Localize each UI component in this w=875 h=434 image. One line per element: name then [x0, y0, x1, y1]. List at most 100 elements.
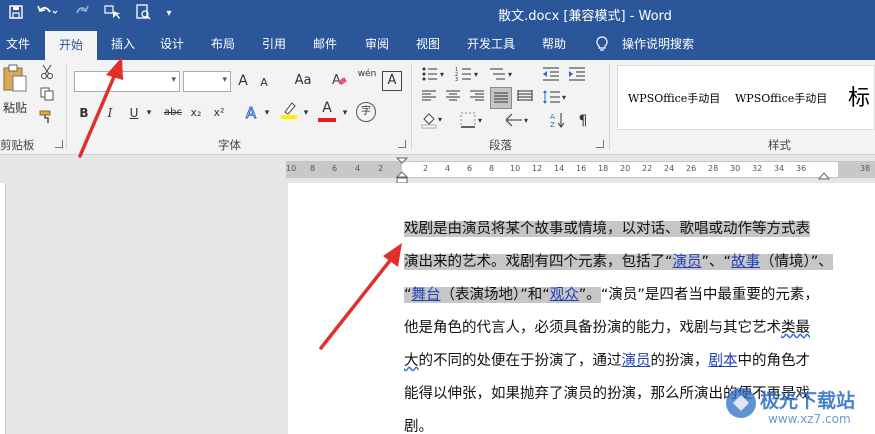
superscript-button[interactable]: x²	[210, 103, 228, 123]
text-run: “	[404, 287, 412, 303]
text-effects-dropdown-icon[interactable]: ▾	[262, 103, 272, 123]
highlight-dropdown-icon[interactable]: ▾	[301, 103, 311, 123]
tab-view[interactable]: 视图	[408, 28, 448, 60]
tab-help[interactable]: 帮助	[534, 28, 574, 60]
chinese-layout-icon[interactable]: ▾	[503, 111, 535, 131]
enclose-characters-button[interactable]: 字	[356, 102, 376, 122]
word-window: { "window": { "title": "散文.docx [兼容模式] -…	[0, 0, 875, 434]
font-launcher-icon[interactable]	[398, 140, 406, 148]
distributed-icon[interactable]	[516, 89, 534, 109]
svg-text:▾: ▾	[508, 70, 512, 79]
watermark-url: www.xz7.com	[768, 412, 851, 426]
ruler-tick: 2	[378, 164, 384, 173]
character-border-button[interactable]: A	[382, 71, 402, 91]
hyperlink-actor[interactable]: 演员	[673, 254, 702, 270]
font-size-select[interactable]: ▾	[183, 71, 231, 92]
tab-home[interactable]: 开始	[45, 31, 97, 60]
tab-file[interactable]: 文件	[0, 28, 36, 60]
paste-icon[interactable]	[0, 64, 30, 94]
multilevel-list-icon[interactable]: ▾	[488, 66, 518, 86]
svg-text:▾: ▾	[474, 70, 478, 79]
underline-button[interactable]: U	[126, 103, 142, 123]
change-case-button[interactable]: Aa	[286, 71, 320, 91]
indent-markers-icon[interactable]	[395, 157, 409, 185]
tab-insert[interactable]: 插入	[103, 28, 143, 60]
clipboard-group-label: 剪贴板	[0, 138, 35, 152]
tab-design[interactable]: 设计	[152, 28, 192, 60]
hyperlink-audience[interactable]: 观众	[550, 287, 579, 303]
tab-mailings[interactable]: 邮件	[305, 28, 345, 60]
sort-icon[interactable]: AZ	[548, 111, 568, 131]
tab-developer[interactable]: 开发工具	[459, 28, 523, 60]
shading-icon[interactable]: ▾	[420, 111, 448, 131]
strikethrough-button[interactable]: abc	[161, 103, 185, 123]
hyperlink-actor[interactable]: 演员	[622, 353, 651, 369]
font-name-select[interactable]: ▾	[74, 71, 180, 92]
hyperlink-script[interactable]: 剧本	[709, 353, 738, 369]
text-run: 剧。	[404, 419, 433, 434]
ribbon-home: 粘贴 剪贴板 ▾ ▾ A A Aa A wén A B I U ▾ abc x₂…	[0, 60, 875, 155]
customize-qat-icon[interactable]: ▾	[162, 4, 176, 24]
ruler-area: 10 8 6 4 2 2 4 6 8 10 12 14 16 18 20 22 …	[0, 155, 875, 185]
bold-button[interactable]: B	[76, 103, 92, 123]
ruler-tick: 2	[423, 164, 429, 173]
text-effects-button[interactable]: A	[242, 103, 260, 123]
right-indent-marker-icon[interactable]	[818, 170, 830, 180]
format-painter-icon[interactable]	[36, 110, 58, 130]
ruler-tick: 8	[310, 164, 316, 173]
justify-icon[interactable]	[490, 87, 512, 109]
lightbulb-icon[interactable]	[592, 28, 612, 60]
ruler-tick: 28	[708, 164, 719, 173]
borders-icon[interactable]: ▾	[458, 111, 488, 131]
tell-me-search[interactable]: 操作说明搜索	[616, 28, 700, 60]
print-preview-icon[interactable]	[132, 4, 154, 24]
ruler-tick: 16	[576, 164, 587, 173]
align-left-icon[interactable]	[420, 89, 438, 109]
line-spacing-icon[interactable]: ▾	[541, 89, 571, 109]
horizontal-ruler[interactable]: 10 8 6 4 2 2 4 6 8 10 12 14 16 18 20 22 …	[286, 161, 875, 178]
paragraph-launcher-icon[interactable]	[596, 140, 604, 148]
copy-icon[interactable]	[36, 87, 58, 107]
vertical-ruler[interactable]	[0, 183, 6, 434]
style-item[interactable]: WPSOffice手动目	[628, 90, 720, 106]
tab-references[interactable]: 引用	[254, 28, 294, 60]
increase-indent-icon[interactable]	[567, 66, 587, 86]
font-color-dropdown-icon[interactable]: ▾	[340, 103, 350, 123]
save-icon[interactable]	[6, 4, 26, 24]
italic-button[interactable]: I	[102, 103, 118, 123]
highlight-icon[interactable]	[279, 100, 299, 120]
tab-review[interactable]: 审阅	[357, 28, 397, 60]
phonetic-guide-button[interactable]: wén	[356, 69, 378, 89]
paste-label[interactable]: 粘贴	[0, 98, 30, 118]
text-run: （表演场地）”和“	[440, 287, 550, 303]
text-run: ”、“	[701, 254, 732, 270]
align-center-icon[interactable]	[444, 89, 462, 109]
selected-text[interactable]: 戏剧是由演员将某个故事或情境，以对话、歌唱或动作等方式表	[404, 221, 810, 237]
decrease-indent-icon[interactable]	[541, 66, 561, 86]
show-marks-icon[interactable]: ¶	[574, 111, 592, 131]
hyperlink-story[interactable]: 故事	[731, 254, 760, 270]
style-item[interactable]: 标	[848, 80, 870, 112]
undo-icon[interactable]	[34, 4, 60, 24]
subscript-button[interactable]: x₂	[187, 103, 205, 123]
touch-mode-icon[interactable]	[102, 4, 124, 24]
clear-formatting-icon[interactable]: A	[330, 71, 348, 91]
svg-text:3: 3	[455, 77, 458, 82]
shrink-font-icon[interactable]: A	[256, 73, 272, 93]
text-run: 他是角色的代言人，必须具备扮演的能力，戏剧与其它艺术	[404, 320, 781, 336]
hyperlink-stage[interactable]: 舞台	[412, 287, 441, 303]
tab-layout[interactable]: 布局	[203, 28, 243, 60]
numbering-icon[interactable]: 1 2 3 ▾	[454, 66, 484, 86]
clipboard-launcher-icon[interactable]	[55, 140, 63, 148]
ruler-tick: 34	[774, 164, 785, 173]
align-right-icon[interactable]	[468, 89, 486, 109]
font-color-button[interactable]: A	[318, 100, 336, 122]
style-item[interactable]: WPSOffice手动目	[735, 90, 827, 106]
underline-dropdown-icon[interactable]: ▾	[144, 103, 154, 123]
font-group-label: 字体	[218, 138, 241, 152]
bullets-icon[interactable]: ▾	[420, 66, 450, 86]
window-title: 散文.docx [兼容模式] - Word	[498, 9, 672, 24]
cut-icon[interactable]	[36, 64, 58, 84]
redo-icon[interactable]	[72, 4, 92, 24]
grow-font-icon[interactable]: A	[234, 71, 252, 91]
